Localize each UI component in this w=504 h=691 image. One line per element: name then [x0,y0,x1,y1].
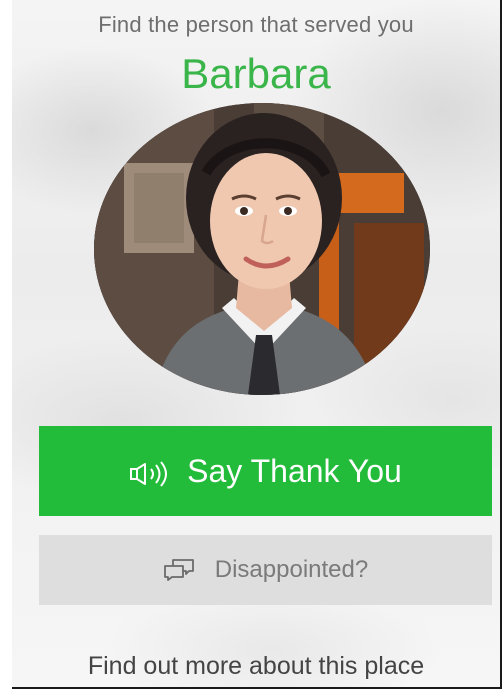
page-subtitle: Find the person that served you [98,12,414,37]
disappointed-label: Disappointed? [214,556,369,583]
say-thank-you-button[interactable]: Say Thank You [39,426,492,516]
chat-bubbles-icon [163,558,195,582]
find-out-more-link[interactable]: Find out more about this place [12,652,500,681]
server-name: Barbara [181,50,331,97]
avatar [94,103,430,395]
disappointed-button[interactable]: Disappointed? [39,535,492,605]
speaker-icon [129,458,173,487]
say-thank-you-label: Say Thank You [187,452,402,489]
avatar-photo [94,103,430,395]
app-screen: Find the person that served you Barbara [12,0,502,689]
